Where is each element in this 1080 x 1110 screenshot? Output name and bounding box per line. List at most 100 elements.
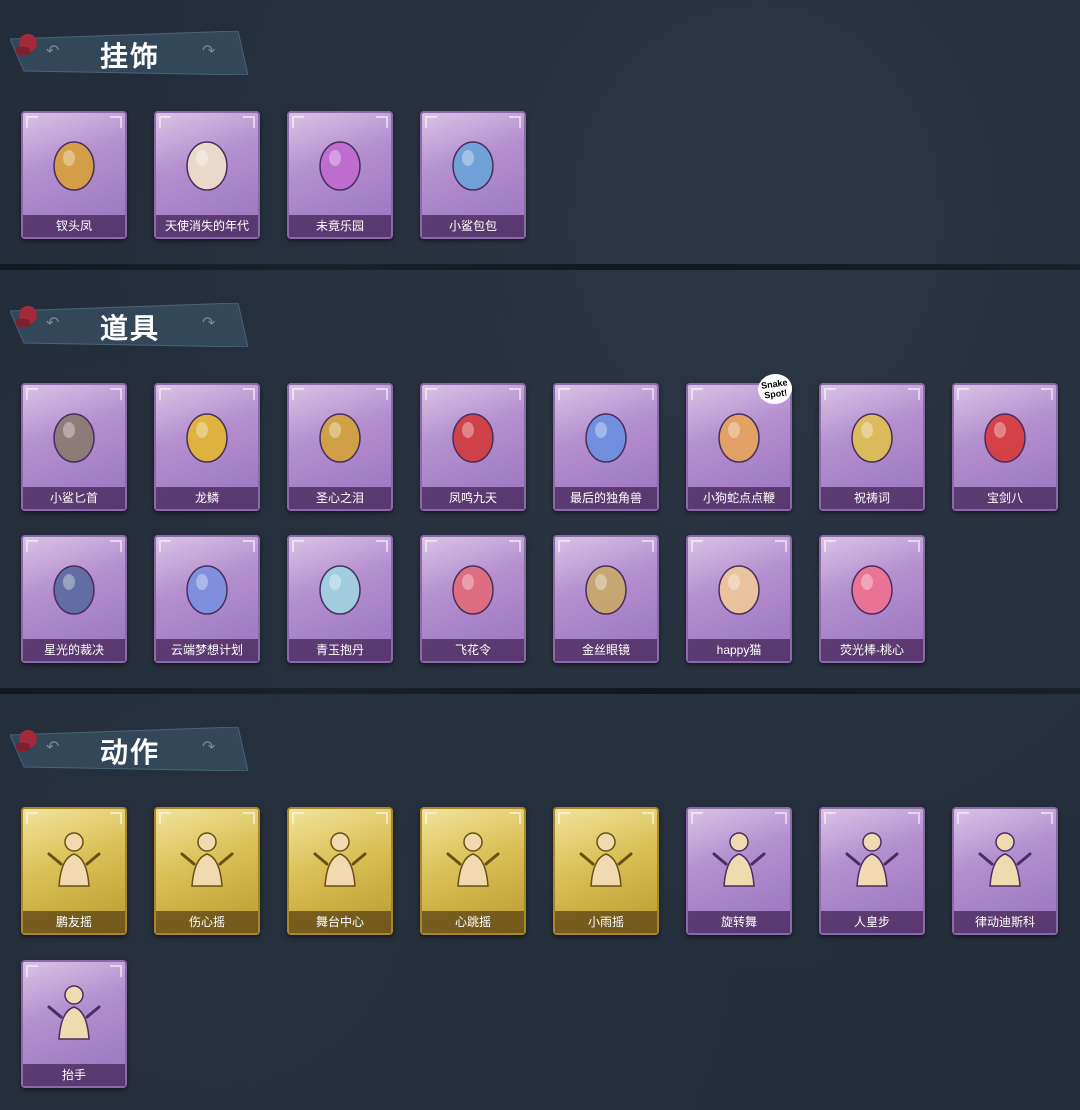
pose-step-icon xyxy=(829,817,915,901)
card-label: 青玉抱丹 xyxy=(289,639,391,661)
card-label: 圣心之泪 xyxy=(289,487,391,509)
red-blade-icon xyxy=(430,393,516,477)
shark-dagger-icon xyxy=(31,393,117,477)
card-label: 律动迪斯科 xyxy=(954,911,1056,933)
card-label: 金丝眼镜 xyxy=(555,639,657,661)
actions-card[interactable]: 旋转舞 xyxy=(686,807,792,935)
props-card[interactable]: 荧光棒-桃心 xyxy=(819,535,925,663)
card-label: 飞花令 xyxy=(422,639,524,661)
props-card[interactable]: 宝剑八 xyxy=(952,383,1058,511)
swirl-left-icon: ↶ xyxy=(46,315,60,332)
section-divider xyxy=(0,688,1080,694)
props-card[interactable]: 龙鳞 xyxy=(154,383,260,511)
happy-cat-icon xyxy=(696,545,782,629)
section-title: 道具 xyxy=(100,312,161,345)
card-label: 龙鳞 xyxy=(156,487,258,509)
card-label: 祝祷词 xyxy=(821,487,923,509)
swirl-right-icon: ↷ xyxy=(202,43,216,60)
pose-rain-icon xyxy=(563,817,649,901)
swirl-right-icon: ↷ xyxy=(202,739,216,756)
actions-card[interactable]: 小雨摇 xyxy=(553,807,659,935)
card-label: 小狗蛇点点鞭 xyxy=(688,487,790,509)
card-label: 鹏友摇 xyxy=(23,911,125,933)
phoenix-crown-doll-icon xyxy=(31,121,117,205)
section-title: 动作 xyxy=(100,736,161,769)
props-card[interactable]: 青玉抱丹 xyxy=(287,535,393,663)
props-card[interactable]: 金丝眼镜 xyxy=(553,535,659,663)
card-label: 荧光棒-桃心 xyxy=(821,639,923,661)
actions-card[interactable]: 人皇步 xyxy=(819,807,925,935)
actions-card[interactable]: 律动迪斯科 xyxy=(952,807,1058,935)
card-label: 云端梦想计划 xyxy=(156,639,258,661)
section-title: 挂饰 xyxy=(100,40,161,73)
card-label: 旋转舞 xyxy=(688,911,790,933)
golden-shovel-icon xyxy=(164,393,250,477)
actions-card[interactable]: 心跳摇 xyxy=(420,807,526,935)
cross-pendant-icon xyxy=(829,393,915,477)
card-label: 心跳摇 xyxy=(422,911,524,933)
actions-card[interactable]: 舞台中心 xyxy=(287,807,393,935)
card-label: 天使消失的年代 xyxy=(156,215,258,237)
pose-raise-hand-icon xyxy=(31,970,117,1054)
card-label: 抬手 xyxy=(23,1064,125,1086)
props-card[interactable]: 飞花令 xyxy=(420,535,526,663)
jade-bottle-icon xyxy=(297,545,383,629)
card-label: 人皇步 xyxy=(821,911,923,933)
heart-mirror-icon xyxy=(962,393,1048,477)
swirl-left-icon: ↶ xyxy=(46,739,60,756)
pushpin-icon xyxy=(16,34,37,55)
musket-icon xyxy=(31,545,117,629)
glasses-icon xyxy=(563,545,649,629)
section-divider xyxy=(0,264,1080,270)
props-card[interactable]: 祝祷词 xyxy=(819,383,925,511)
card-label: 宝剑八 xyxy=(954,487,1056,509)
pendants-card[interactable]: 未竟乐园 xyxy=(287,111,393,239)
pose-heartbeat-icon xyxy=(430,817,516,901)
pose-point-icon xyxy=(297,817,383,901)
pendants-card[interactable]: 天使消失的年代 xyxy=(154,111,260,239)
section-banner-props: ↶ 道具 ↷ xyxy=(10,303,248,347)
star-mace-icon xyxy=(164,545,250,629)
section-banner-actions: ↶ 动作 ↷ xyxy=(10,727,248,771)
pose-spin-icon xyxy=(696,817,782,901)
props-card[interactable]: 小鲨匕首 xyxy=(21,383,127,511)
props-card[interactable]: 云端梦想计划 xyxy=(154,535,260,663)
card-label: 舞台中心 xyxy=(289,911,391,933)
card-label: 小鲨包包 xyxy=(422,215,524,237)
props-card[interactable]: happy猫 xyxy=(686,535,792,663)
angel-doll-icon xyxy=(164,121,250,205)
rabbit-girl-doll-icon xyxy=(297,121,383,205)
pushpin-icon xyxy=(16,306,37,327)
swirl-left-icon: ↶ xyxy=(46,43,60,60)
heart-scepter-icon xyxy=(297,393,383,477)
shark-bag-icon xyxy=(430,121,516,205)
card-label: 星光的裁决 xyxy=(23,639,125,661)
card-label: happy猫 xyxy=(688,639,790,661)
flower-bouquet-icon xyxy=(430,545,516,629)
actions-card[interactable]: 鹏友摇 xyxy=(21,807,127,935)
pushpin-icon xyxy=(16,730,37,751)
card-label: 最后的独角兽 xyxy=(555,487,657,509)
heart-wand-icon xyxy=(829,545,915,629)
card-label: 伤心摇 xyxy=(156,911,258,933)
pose-disco-icon xyxy=(962,817,1048,901)
swirl-right-icon: ↷ xyxy=(202,315,216,332)
props-card[interactable]: 最后的独角兽 xyxy=(553,383,659,511)
pose-sway-icon xyxy=(31,817,117,901)
actions-card[interactable]: 抬手 xyxy=(21,960,127,1088)
snake-dog-icon xyxy=(696,393,782,477)
pose-heart-hands-icon xyxy=(164,817,250,901)
actions-card[interactable]: 伤心摇 xyxy=(154,807,260,935)
card-label: 凤鸣九天 xyxy=(422,487,524,509)
pendants-card[interactable]: 钗头凤 xyxy=(21,111,127,239)
props-card[interactable]: 圣心之泪 xyxy=(287,383,393,511)
unicorn-blade-icon xyxy=(563,393,649,477)
props-card[interactable]: 凤鸣九天 xyxy=(420,383,526,511)
card-label: 未竟乐园 xyxy=(289,215,391,237)
card-label: 小鲨匕首 xyxy=(23,487,125,509)
props-card[interactable]: 星光的裁决 xyxy=(21,535,127,663)
section-banner-pendants: ↶ 挂饰 ↷ xyxy=(10,31,248,75)
pendants-card[interactable]: 小鲨包包 xyxy=(420,111,526,239)
card-label: 钗头凤 xyxy=(23,215,125,237)
card-label: 小雨摇 xyxy=(555,911,657,933)
